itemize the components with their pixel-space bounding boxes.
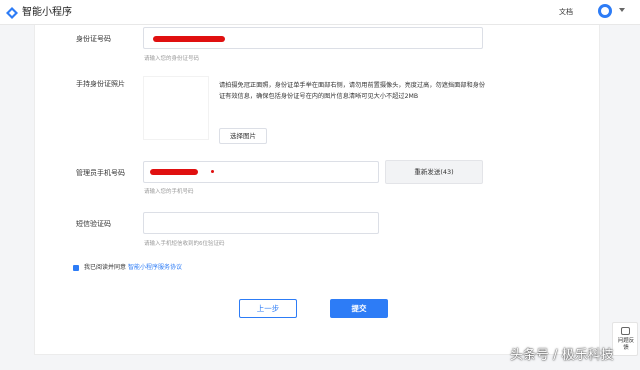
app-logo-icon [6, 7, 18, 19]
sms-code-hint: 请输入手机短信收到的6位验证码 [144, 241, 225, 247]
agreement-text: 我已阅读并同意 智能小程序服务协议 [84, 264, 182, 272]
resend-code-button[interactable]: 重新发送(43) [385, 160, 483, 184]
checkmark-icon [73, 275, 79, 280]
chevron-down-icon[interactable] [619, 8, 625, 12]
id-photo-label: 手持身份证照片 [76, 80, 125, 88]
previous-step-button[interactable]: 上一步 [239, 299, 297, 318]
id-photo-upload-area[interactable] [143, 76, 209, 140]
watermark: 头条号 / 极乐科技 [510, 348, 614, 363]
app-title[interactable]: 智能小程序 [22, 6, 72, 19]
choose-image-button[interactable]: 选择图片 [219, 128, 267, 144]
docs-link[interactable]: 文档 [559, 7, 573, 17]
service-agreement-link[interactable]: 智能小程序服务协议 [128, 264, 182, 271]
top-bar: 智能小程序 文档 [0, 0, 640, 25]
feedback-icon [621, 327, 630, 335]
agreement-prefix: 我已阅读并同意 [84, 264, 127, 271]
feedback-label: 问题反馈 [617, 338, 635, 351]
phone-label: 管理员手机号码 [76, 169, 125, 177]
sms-code-input[interactable] [143, 212, 379, 234]
avatar[interactable] [598, 4, 612, 18]
redacted-phone-number [150, 169, 198, 175]
id-number-label: 身份证号码 [76, 35, 111, 43]
phone-hint: 请输入您的手机号码 [144, 189, 194, 195]
feedback-button[interactable]: 问题反馈 [612, 322, 638, 356]
redacted-id-number [153, 36, 225, 42]
user-icon [601, 7, 609, 15]
id-number-hint: 请输入您的身份证号码 [144, 56, 200, 62]
submit-button[interactable]: 提交 [330, 299, 388, 318]
id-photo-description: 请拍摄免冠正面照，身份证单手举在面部右侧，请勿用前置摄像头，亮度过高，勿遮挡面部… [219, 82, 486, 100]
sms-code-label: 短信验证码 [76, 220, 111, 228]
redaction-dot [211, 170, 214, 173]
form-card [34, 25, 600, 355]
agreement-checkbox[interactable] [73, 265, 79, 280]
